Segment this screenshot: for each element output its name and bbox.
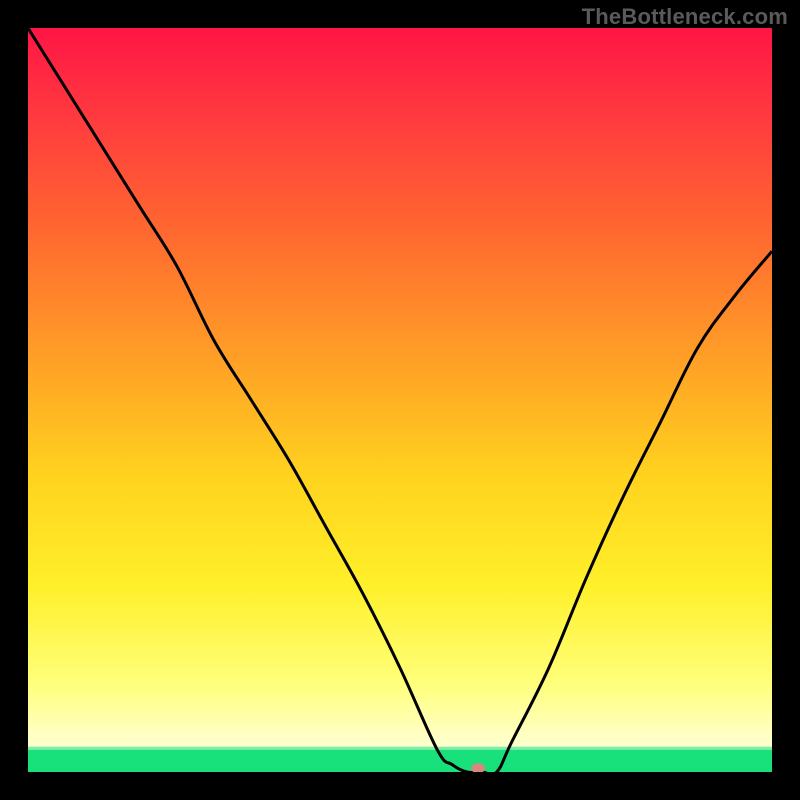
gradient-background	[28, 28, 772, 772]
bottleneck-chart	[28, 28, 772, 772]
plot-area	[28, 28, 772, 772]
green-band	[28, 750, 772, 772]
chart-frame: TheBottleneck.com	[0, 0, 800, 800]
watermark-text: TheBottleneck.com	[582, 4, 788, 30]
green-band-highlight	[28, 747, 772, 750]
